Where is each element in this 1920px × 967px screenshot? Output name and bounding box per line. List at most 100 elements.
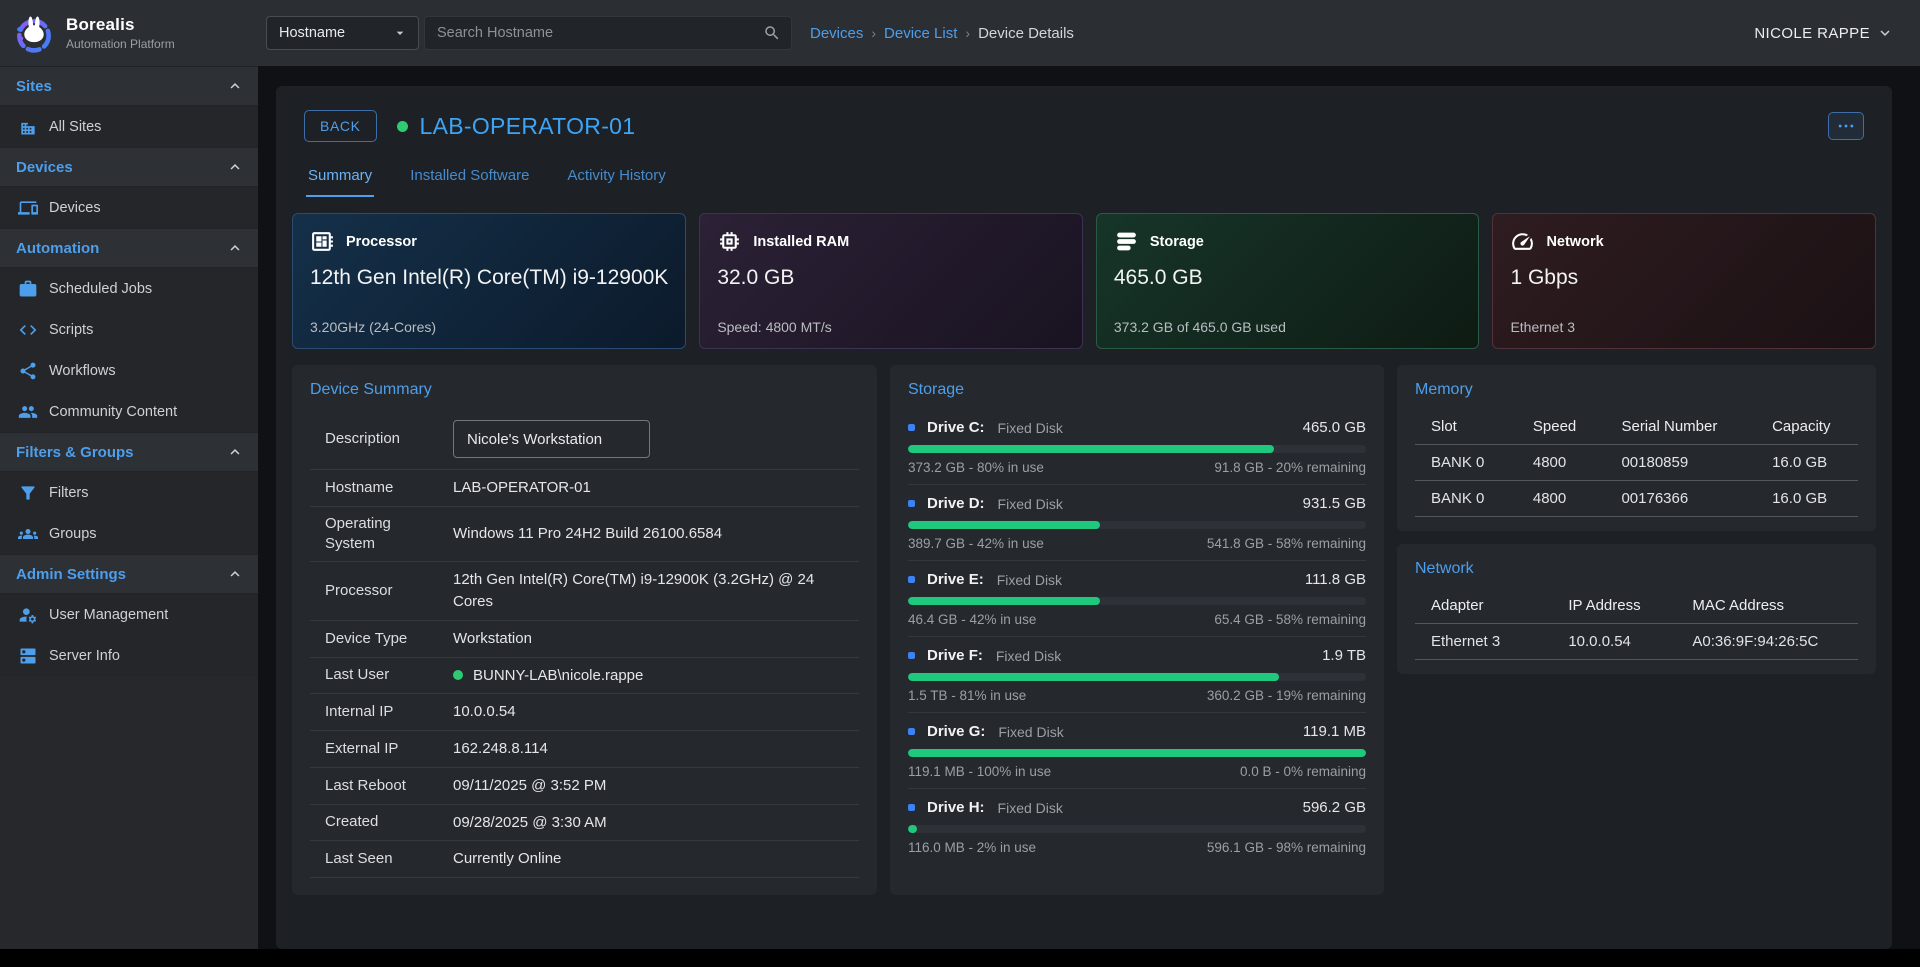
summary-row-value: Windows 11 Pro 24H2 Build 26100.6584 <box>453 523 855 545</box>
stat-card-subtitle: Speed: 4800 MT/s <box>717 319 1065 335</box>
stat-card-header: Storage <box>1114 229 1462 254</box>
memory-cell: 00176366 <box>1605 481 1756 517</box>
drive-usage-fill <box>908 445 1274 453</box>
summary-row-internal-ip: Internal IP10.0.0.54 <box>310 694 859 731</box>
summary-row-last-user: Last UserBUNNY-LAB\nicole.rappe <box>310 658 859 695</box>
device-header: BACK LAB-OPERATOR-01 <box>290 100 1878 142</box>
sidebar-item-filters[interactable]: Filters <box>0 472 258 513</box>
drive-remaining-label: 65.4 GB - 58% remaining <box>1214 612 1366 627</box>
drive-usage-fill <box>908 597 1100 605</box>
sidebar-item-scripts[interactable]: Scripts <box>0 309 258 350</box>
memory-cell: 4800 <box>1517 481 1606 517</box>
summary-row-label: Last User <box>325 665 453 685</box>
sidebar-item-community-content[interactable]: Community Content <box>0 391 258 432</box>
drive-stats: 389.7 GB - 42% in use541.8 GB - 58% rema… <box>908 536 1366 551</box>
network-cell: A0:36:9F:94:26:5C <box>1676 624 1858 660</box>
summary-value-text: Currently Online <box>453 848 561 870</box>
summary-row-label: Device Type <box>325 629 453 649</box>
stat-card-storage: Storage465.0 GB373.2 GB of 465.0 GB used <box>1096 213 1480 349</box>
drive-usage-fill <box>908 825 917 833</box>
summary-row-value: BUNNY-LAB\nicole.rappe <box>453 665 855 687</box>
sidebar-item-user-management[interactable]: User Management <box>0 594 258 635</box>
network-cell: Ethernet 3 <box>1415 624 1552 660</box>
brand-text: Borealis Automation Platform <box>66 15 175 51</box>
sidebar-section-label: Devices <box>16 159 73 176</box>
drive-size: 931.5 GB <box>1303 495 1366 512</box>
sidebar-section-devices[interactable]: Devices <box>0 147 258 187</box>
user-menu[interactable]: NICOLE RAPPE <box>1754 24 1894 42</box>
back-button[interactable]: BACK <box>304 110 377 142</box>
briefcase-icon <box>18 279 38 299</box>
sidebar-item-devices[interactable]: Devices <box>0 187 258 228</box>
sidebar-section-automation[interactable]: Automation <box>0 228 258 268</box>
search-box <box>424 16 792 50</box>
sidebar-item-workflows[interactable]: Workflows <box>0 350 258 391</box>
sidebar-item-label: Devices <box>49 200 101 216</box>
drive-stats: 46.4 GB - 42% in use65.4 GB - 58% remain… <box>908 612 1366 627</box>
sidebar-item-server-info[interactable]: Server Info <box>0 635 258 676</box>
drive-usage-bar <box>908 825 1366 833</box>
device-title: LAB-OPERATOR-01 <box>420 113 636 140</box>
drive-name: Drive E: <box>927 571 984 588</box>
topbar: Hostname Devices›Device List›Device Deta… <box>258 0 1920 66</box>
drive-type: Fixed Disk <box>998 420 1063 436</box>
user-online-dot <box>453 670 463 680</box>
network-row: Ethernet 310.0.0.54A0:36:9F:94:26:5C <box>1415 624 1858 660</box>
stat-card-header: Installed RAM <box>717 229 1065 254</box>
filter-icon <box>18 483 38 503</box>
summary-row-value: Currently Online <box>453 848 855 870</box>
drive-bullet-icon <box>908 804 915 811</box>
summary-value-text: LAB-OPERATOR-01 <box>453 477 591 499</box>
brand-rabbit-logo-icon <box>12 11 56 55</box>
summary-row-label: Operating System <box>325 514 453 555</box>
memory-cell: BANK 0 <box>1415 481 1517 517</box>
drive-used-label: 119.1 MB - 100% in use <box>908 764 1051 779</box>
summary-value-text: 12th Gen Intel(R) Core(TM) i9-12900K (3.… <box>453 569 855 613</box>
device-details-card: BACK LAB-OPERATOR-01 Summary Installed So… <box>276 86 1892 949</box>
drive-item-drive-f-: Drive F:Fixed Disk1.9 TB1.5 TB - 81% in … <box>908 636 1366 712</box>
right-column: Memory SlotSpeedSerial NumberCapacityBAN… <box>1397 365 1876 674</box>
drive-name: Drive C: <box>927 419 985 436</box>
sidebar-section-filters-groups[interactable]: Filters & Groups <box>0 432 258 472</box>
hostname-filter-select[interactable]: Hostname <box>266 16 419 50</box>
drive-name: Drive D: <box>927 495 985 512</box>
more-actions-button[interactable] <box>1828 112 1864 140</box>
user-name: NICOLE RAPPE <box>1754 25 1870 42</box>
drive-list: Drive C:Fixed Disk465.0 GB373.2 GB - 80%… <box>908 409 1366 864</box>
breadcrumb-devices[interactable]: Devices <box>810 25 863 42</box>
network-header: IP Address <box>1552 588 1676 624</box>
drive-remaining-label: 360.2 GB - 19% remaining <box>1207 688 1366 703</box>
drive-header: Drive G:Fixed Disk119.1 MB <box>908 723 1366 740</box>
sidebar-item-all-sites[interactable]: All Sites <box>0 106 258 147</box>
description-field[interactable] <box>453 420 650 458</box>
memory-header-row: SlotSpeedSerial NumberCapacity <box>1415 409 1858 445</box>
search-icon[interactable] <box>763 24 781 42</box>
drive-stats: 1.5 TB - 81% in use360.2 GB - 19% remain… <box>908 688 1366 703</box>
drive-usage-bar <box>908 597 1366 605</box>
people-icon <box>18 402 38 422</box>
tab-activity-history[interactable]: Activity History <box>565 158 667 197</box>
groups-icon <box>18 524 38 544</box>
sidebar-item-label: Workflows <box>49 363 116 379</box>
sidebar-item-label: User Management <box>49 607 168 623</box>
sidebar-item-groups[interactable]: Groups <box>0 513 258 554</box>
search-input[interactable] <box>427 25 763 41</box>
tab-summary[interactable]: Summary <box>306 158 374 197</box>
summary-value-text: 10.0.0.54 <box>453 701 516 723</box>
tab-installed-software[interactable]: Installed Software <box>408 158 531 197</box>
stat-card-value: 12th Gen Intel(R) Core(TM) i9-12900K <box>310 266 668 290</box>
sidebar-section-sites[interactable]: Sites <box>0 66 258 106</box>
sidebar-section-admin-settings[interactable]: Admin Settings <box>0 554 258 594</box>
sidebar-item-label: Filters <box>49 485 88 501</box>
code-icon <box>18 320 38 340</box>
summary-row-hostname: HostnameLAB-OPERATOR-01 <box>310 470 859 507</box>
summary-row-value: 09/11/2025 @ 3:52 PM <box>453 775 855 797</box>
caret-down-icon <box>392 25 408 41</box>
chevron-up-icon <box>226 77 244 95</box>
breadcrumb-device-list[interactable]: Device List <box>884 25 957 42</box>
building-icon <box>18 117 38 137</box>
drive-header: Drive C:Fixed Disk465.0 GB <box>908 419 1366 436</box>
sidebar-item-scheduled-jobs[interactable]: Scheduled Jobs <box>0 268 258 309</box>
stat-card-subtitle: Ethernet 3 <box>1510 319 1858 335</box>
brand-name: Borealis <box>66 15 175 35</box>
